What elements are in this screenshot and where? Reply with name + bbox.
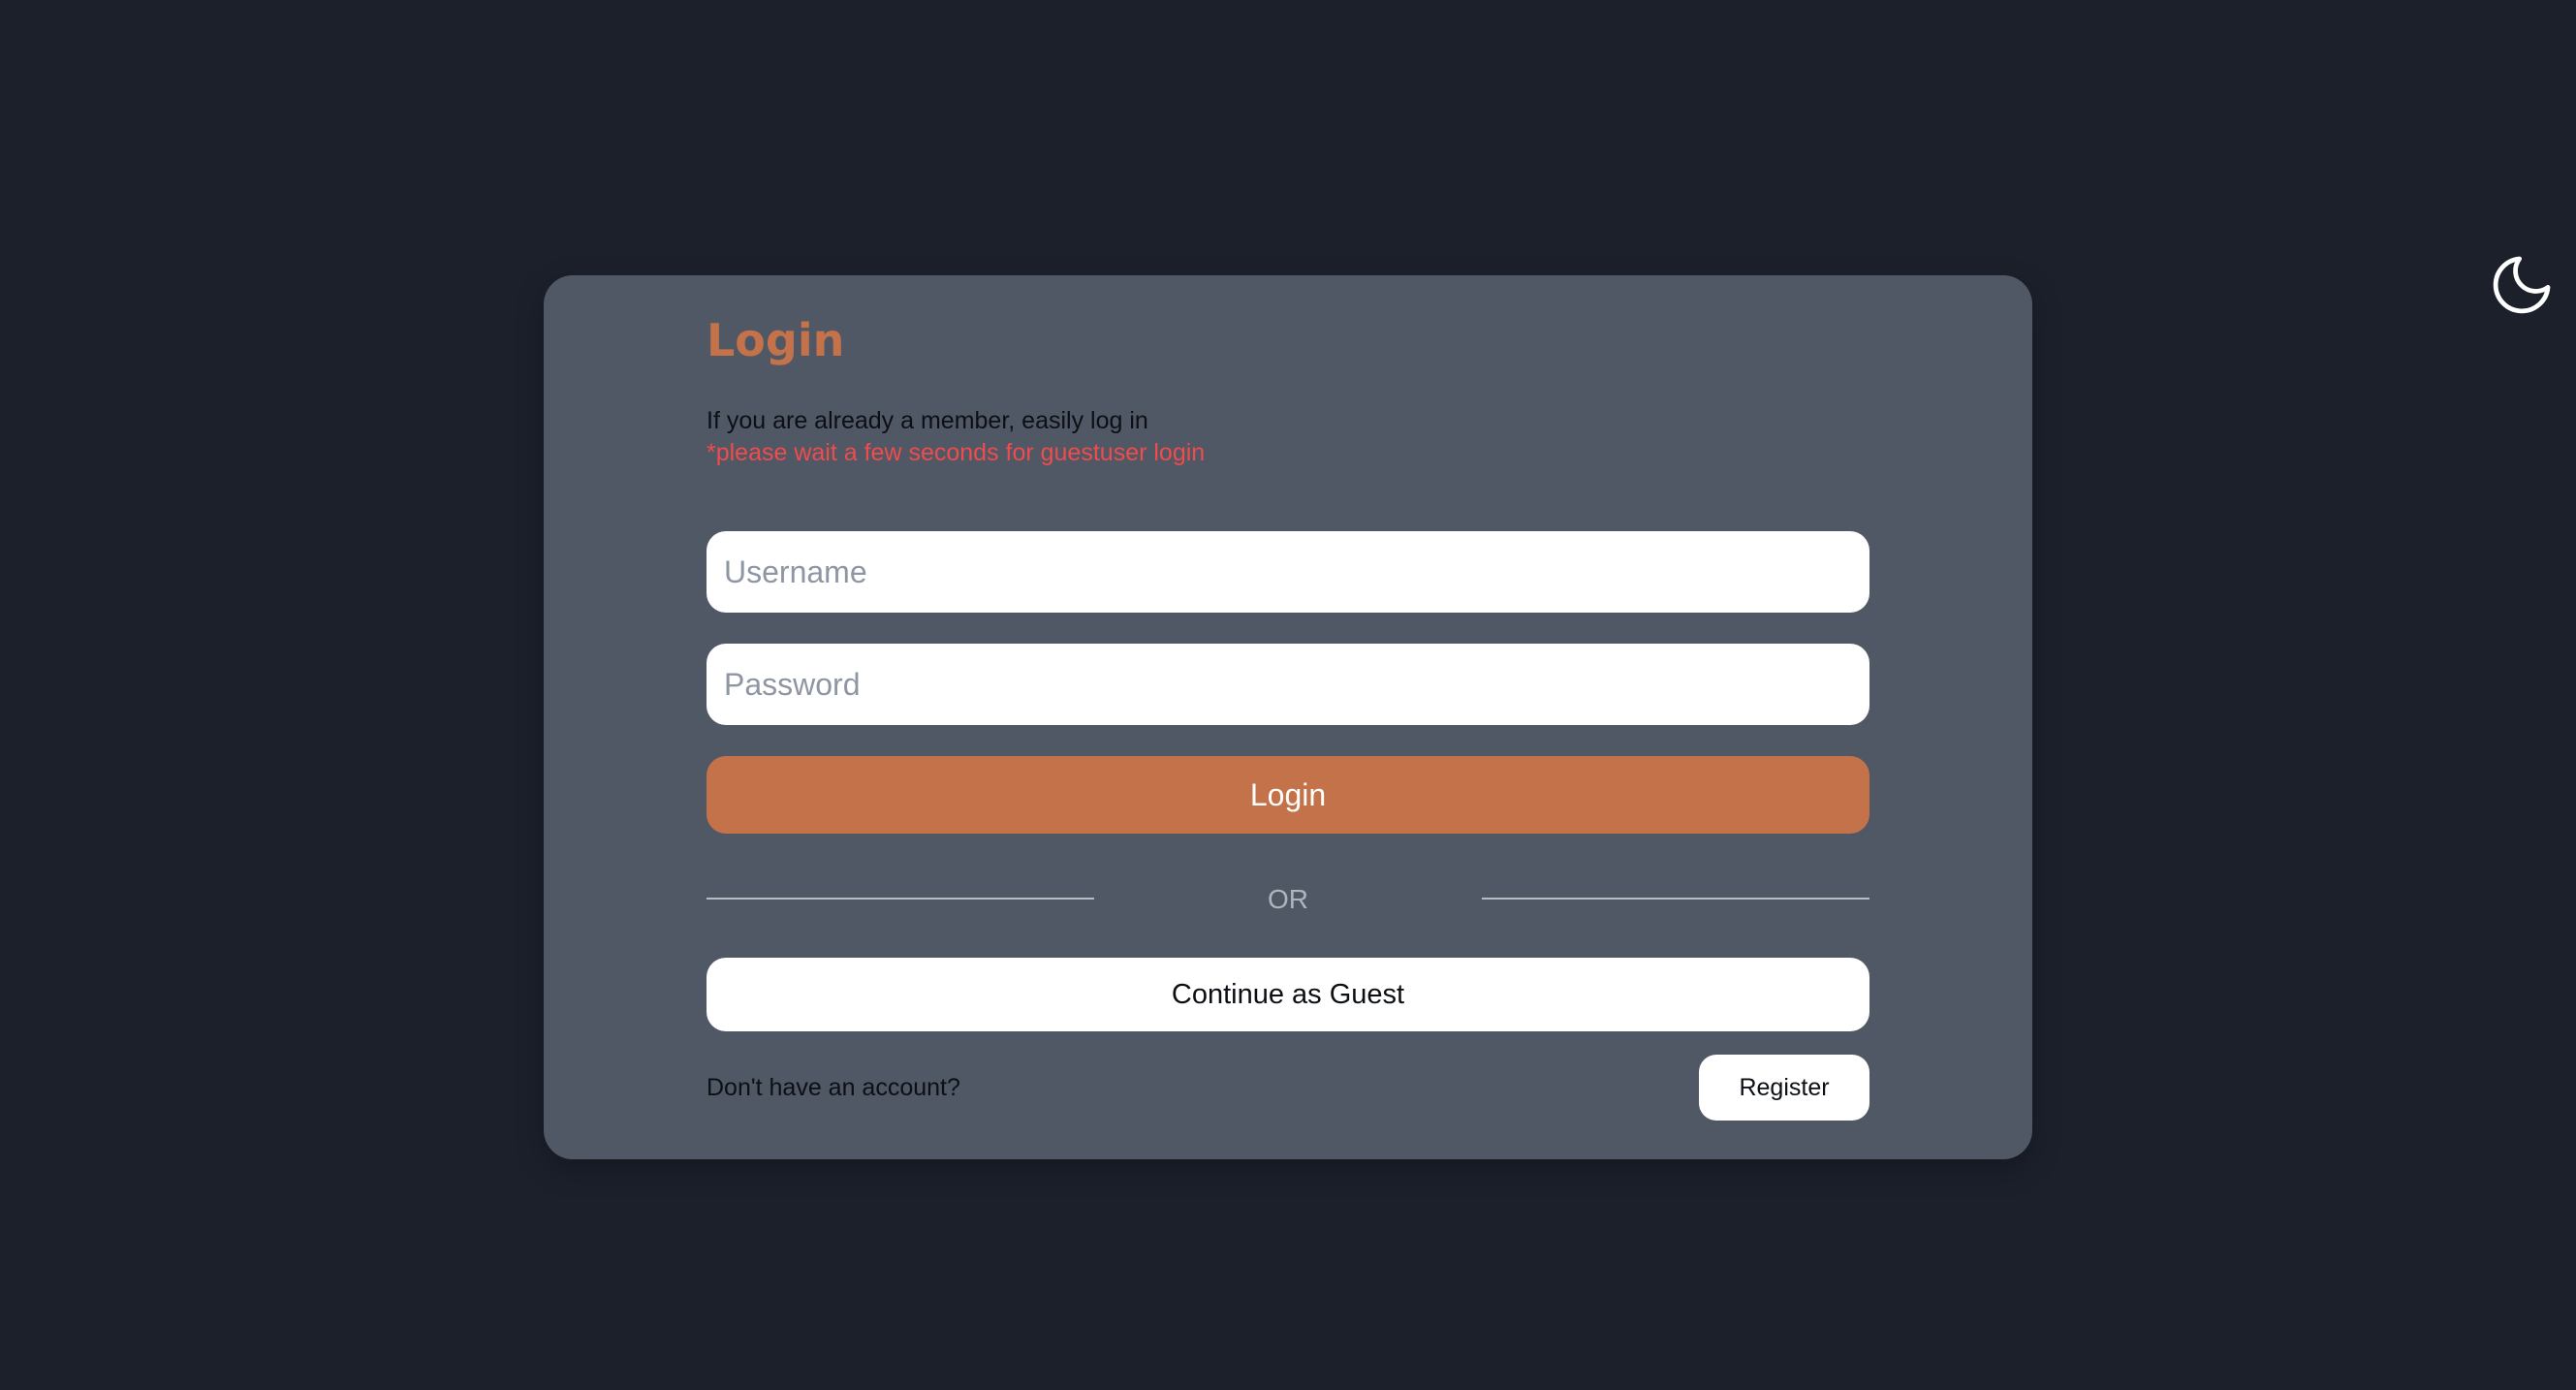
register-button[interactable]: Register <box>1699 1055 1869 1121</box>
login-form: Login If you are already a member, easil… <box>707 275 1869 1159</box>
no-account-text: Don't have an account? <box>707 1074 960 1101</box>
login-button[interactable]: Login <box>707 756 1869 834</box>
theme-toggle-button[interactable] <box>2487 250 2557 320</box>
divider-right <box>1482 898 1869 900</box>
username-input[interactable] <box>707 531 1869 613</box>
guest-login-note: *please wait a few seconds for guestuser… <box>707 439 1206 466</box>
or-separator: OR <box>1268 884 1308 914</box>
login-subtitle: If you are already a member, easily log … <box>707 407 1148 434</box>
page-title: Login <box>707 314 845 366</box>
login-card: Login If you are already a member, easil… <box>544 275 2032 1159</box>
continue-as-guest-button[interactable]: Continue as Guest <box>707 958 1869 1031</box>
moon-icon <box>2493 256 2551 314</box>
login-page: Login If you are already a member, easil… <box>0 0 2576 1390</box>
password-input[interactable] <box>707 644 1869 725</box>
